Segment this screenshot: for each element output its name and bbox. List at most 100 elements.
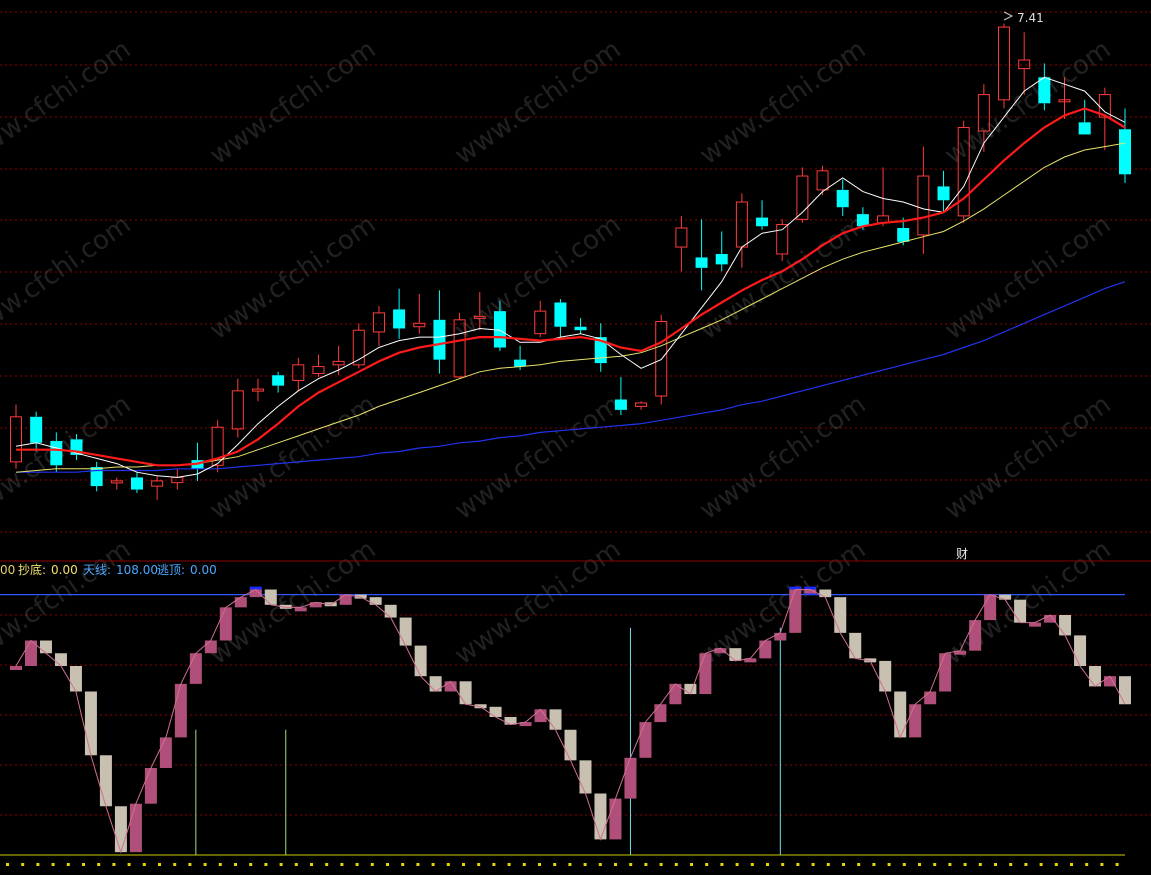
baseline-dot	[766, 863, 769, 866]
legend-tianxian-value: 108.00	[116, 563, 158, 577]
candle-body	[554, 302, 567, 327]
baseline-dot	[826, 863, 830, 866]
candle-body	[10, 416, 22, 463]
candle-body	[937, 186, 950, 201]
candle-body	[110, 480, 123, 484]
indicator-bar	[204, 640, 217, 654]
candle-body	[493, 311, 506, 348]
baseline-dot	[142, 863, 146, 866]
watermark-text: www.cfchi.com	[939, 390, 1116, 526]
indicator-bar	[459, 681, 472, 705]
baseline-dot	[933, 863, 937, 866]
candle-body	[897, 227, 910, 242]
baseline-dot	[416, 863, 420, 866]
candle-body	[50, 441, 63, 466]
baseline-dot	[659, 863, 663, 866]
candle-body	[151, 480, 164, 487]
indicator-bar	[339, 594, 352, 605]
indicator-bar	[84, 691, 97, 756]
indicator-bar	[39, 640, 52, 654]
indicator-bar	[1029, 622, 1042, 627]
baseline-dot	[1085, 863, 1089, 866]
indicator-bar	[714, 648, 727, 654]
baseline-dot	[477, 863, 481, 866]
legend-prefix: 00	[0, 563, 15, 577]
watermark-text: www.cfchi.com	[939, 210, 1116, 346]
watermark-text: www.cfchi.com	[939, 35, 1116, 171]
baseline-dot	[811, 863, 815, 866]
baseline-dot	[674, 863, 678, 866]
baseline-dot	[51, 863, 55, 866]
baseline-dot	[963, 863, 967, 866]
baseline-dot	[340, 863, 344, 866]
baseline-dot	[1024, 863, 1028, 866]
indicator-bar	[384, 604, 397, 618]
indicator-bar	[1014, 599, 1027, 623]
candle-body	[816, 170, 829, 191]
baseline-dot	[218, 863, 222, 866]
baseline-dot	[370, 863, 374, 866]
indicator-bar	[654, 704, 667, 723]
candle-body	[776, 224, 789, 255]
indicator-bar	[684, 683, 697, 695]
baseline-dot	[902, 863, 906, 866]
baseline-dot	[994, 863, 997, 866]
candle-body	[1038, 77, 1051, 104]
candle-body	[514, 359, 527, 367]
candle-body	[735, 201, 748, 248]
watermark-text: www.cfchi.com	[449, 535, 626, 671]
indicator-bar	[579, 760, 592, 794]
watermark-text: www.cfchi.com	[449, 210, 626, 346]
indicator-bar	[444, 681, 457, 692]
indicator-bar	[564, 729, 577, 761]
baseline-dot	[720, 863, 724, 866]
indicator-bar	[699, 653, 712, 695]
indicator-bar	[984, 594, 997, 621]
indicator-bar	[159, 737, 172, 768]
indicator-bar	[414, 645, 427, 677]
candle-body	[917, 175, 930, 236]
baseline-dot	[36, 863, 40, 866]
indicator-bar	[759, 640, 772, 659]
candle-body	[635, 402, 648, 407]
indicator-panel	[0, 586, 1131, 866]
baseline-dot	[978, 863, 982, 866]
max-label: 7.41	[1017, 11, 1044, 25]
candle-body	[312, 366, 325, 375]
baseline-dot	[21, 863, 25, 866]
baseline-dot	[82, 863, 85, 866]
indicator-bar	[264, 589, 277, 605]
stock-chart: www.cfchi.com www.cfchi.com www.cfchi.com w…	[0, 11, 1151, 866]
baseline-dot	[872, 863, 876, 866]
candle-body	[695, 257, 708, 268]
candle-body	[231, 390, 244, 430]
indicator-bar	[99, 755, 112, 807]
baseline-dot	[690, 863, 693, 866]
cai-badge[interactable]: 财	[956, 547, 968, 561]
legend-chaodi-value: 0.00	[51, 563, 78, 577]
indicator-bar	[69, 666, 82, 692]
baseline-dot	[1009, 863, 1013, 866]
baseline-dot	[1054, 863, 1058, 866]
baseline-dot	[492, 863, 496, 866]
indicator-bar	[834, 597, 847, 633]
candle-body	[1078, 122, 1091, 135]
watermark-text: www.cfchi.com	[449, 35, 626, 171]
baseline-dot	[127, 863, 131, 866]
baseline-dot	[279, 863, 283, 866]
baseline-dot	[188, 863, 192, 866]
indicator-bar	[624, 757, 637, 799]
indicator-bar	[129, 803, 142, 853]
baseline-dot	[583, 863, 587, 866]
indicator-bar	[1119, 676, 1131, 705]
baseline-dot	[735, 863, 739, 866]
candle-body	[272, 375, 285, 386]
baseline-dot	[796, 863, 800, 866]
candle-body	[30, 416, 43, 443]
watermark-text: www.cfchi.com	[204, 35, 381, 171]
legend-taoding-label: 逃顶:	[157, 563, 185, 577]
baseline-dot	[842, 863, 845, 866]
baseline-dot	[553, 863, 557, 866]
baseline-dot	[887, 863, 891, 866]
watermark-text: www.cfchi.com	[204, 210, 381, 346]
